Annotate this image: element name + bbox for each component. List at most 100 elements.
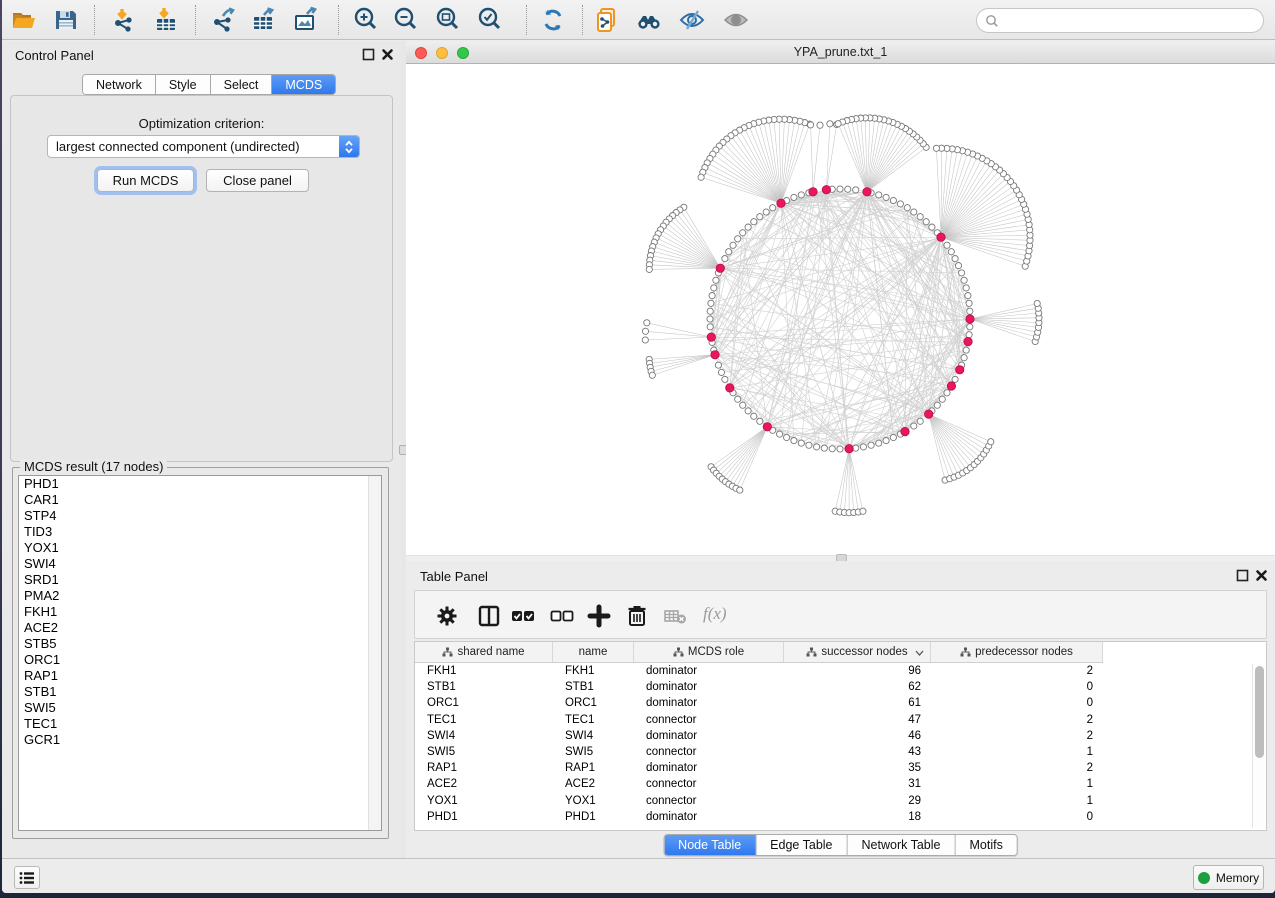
dominator-node[interactable] — [763, 423, 771, 431]
gear-icon[interactable] — [435, 604, 459, 628]
table-row[interactable]: ACE2ACE2connector311 — [415, 776, 1266, 792]
dominator-node[interactable] — [947, 382, 955, 390]
column-header-successor-nodes[interactable]: successor nodes — [784, 642, 931, 662]
mcds-list-scrollbar[interactable] — [368, 476, 381, 830]
zoom-fit-icon[interactable] — [434, 6, 462, 34]
refresh-icon[interactable] — [539, 6, 567, 34]
memory-button[interactable]: Memory — [1193, 865, 1264, 890]
show-checked-columns-icon[interactable] — [511, 604, 535, 628]
mcds-result-item[interactable]: PHD1 — [19, 476, 381, 492]
node-table-header: shared namenameMCDS rolesuccessor nodesp… — [415, 642, 1103, 663]
dominator-node[interactable] — [711, 351, 719, 359]
dominator-node[interactable] — [822, 186, 830, 194]
add-column-icon[interactable] — [587, 604, 611, 628]
table-row[interactable]: SWI5SWI5connector431 — [415, 744, 1266, 760]
dominator-node[interactable] — [901, 427, 909, 435]
mcds-result-item[interactable]: FKH1 — [19, 604, 381, 620]
table-row[interactable]: YOX1YOX1connector291 — [415, 793, 1266, 809]
import-table-icon[interactable] — [152, 6, 180, 34]
save-session-icon[interactable] — [52, 6, 80, 34]
export-network-icon[interactable] — [210, 6, 238, 34]
hide-columns-icon[interactable] — [550, 604, 574, 628]
dominator-node[interactable] — [937, 233, 945, 241]
table-row[interactable]: SWI4SWI4dominator462 — [415, 728, 1266, 744]
cell-MCDS-role: connector — [634, 795, 784, 807]
first-neighbors-icon[interactable] — [635, 6, 663, 34]
column-header-predecessor-nodes[interactable]: predecessor nodes — [931, 642, 1103, 662]
run-mcds-button[interactable]: Run MCDS — [97, 169, 194, 192]
tab-network[interactable]: Network — [83, 75, 156, 94]
hide-selection-icon[interactable] — [678, 6, 706, 34]
optimization-criterion-select[interactable]: largest connected component (undirected) — [47, 135, 360, 158]
cell-name: STB1 — [553, 681, 634, 693]
new-network-from-selection-icon[interactable] — [594, 6, 622, 34]
dominator-node[interactable] — [925, 410, 933, 418]
zoom-out-icon[interactable] — [392, 6, 420, 34]
column-header-shared-name[interactable]: shared name — [415, 642, 553, 662]
mcds-result-item[interactable]: STB5 — [19, 636, 381, 652]
network-canvas[interactable] — [406, 64, 1275, 552]
table-row[interactable]: FKH1FKH1dominator962 — [415, 663, 1266, 679]
close-panel-button[interactable]: Close panel — [206, 169, 309, 192]
table-row[interactable]: STB1STB1dominator620 — [415, 679, 1266, 695]
mcds-result-item[interactable]: SWI5 — [19, 700, 381, 716]
mcds-result-item[interactable]: CAR1 — [19, 492, 381, 508]
mcds-result-item[interactable]: SWI4 — [19, 556, 381, 572]
dominator-node[interactable] — [726, 384, 734, 392]
mcds-result-item[interactable]: RAP1 — [19, 668, 381, 684]
table-scrollbar[interactable] — [1252, 664, 1264, 828]
show-all-icon[interactable] — [722, 6, 750, 34]
mcds-result-item[interactable]: ORC1 — [19, 652, 381, 668]
tab-mcds[interactable]: MCDS — [272, 75, 335, 94]
mcds-result-item[interactable]: STB1 — [19, 684, 381, 700]
column-header-name[interactable]: name — [553, 642, 634, 662]
tab-node-table[interactable]: Node Table — [664, 835, 756, 855]
mcds-result-item[interactable]: GCR1 — [19, 732, 381, 748]
table-row[interactable]: RAP1RAP1dominator352 — [415, 760, 1266, 776]
export-image-icon[interactable] — [292, 6, 320, 34]
table-row[interactable]: TEC1TEC1connector472 — [415, 712, 1266, 728]
table-scrollbar-thumb[interactable] — [1255, 666, 1264, 758]
dominator-node[interactable] — [863, 188, 871, 196]
mcds-result-item[interactable]: PMA2 — [19, 588, 381, 604]
tab-network-table[interactable]: Network Table — [848, 835, 956, 855]
cell-MCDS-role: dominator — [634, 811, 784, 823]
search-box[interactable] — [976, 8, 1264, 33]
task-history-button[interactable] — [14, 866, 40, 889]
dominator-node[interactable] — [707, 333, 715, 341]
import-network-icon[interactable] — [110, 6, 138, 34]
table-row[interactable]: PHD1PHD1dominator180 — [415, 809, 1266, 825]
tab-style[interactable]: Style — [156, 75, 211, 94]
zoom-selected-icon[interactable] — [476, 6, 504, 34]
network-window-titlebar[interactable]: YPA_prune.txt_1 — [406, 41, 1275, 64]
dominator-node[interactable] — [809, 188, 817, 196]
float-panel-icon[interactable] — [1236, 569, 1249, 582]
table-panel-tabs: Node TableEdge TableNetwork TableMotifs — [663, 834, 1018, 856]
open-file-icon[interactable] — [10, 6, 38, 34]
close-panel-icon[interactable] — [1255, 569, 1268, 582]
dominator-node[interactable] — [966, 315, 974, 323]
delete-column-icon[interactable] — [625, 604, 649, 628]
dominator-node[interactable] — [956, 366, 964, 374]
mcds-result-item[interactable]: TEC1 — [19, 716, 381, 732]
mcds-result-item[interactable]: YOX1 — [19, 540, 381, 556]
zoom-in-icon[interactable] — [352, 6, 380, 34]
mcds-result-item[interactable]: SRD1 — [19, 572, 381, 588]
close-panel-icon[interactable] — [381, 48, 394, 61]
float-panel-icon[interactable] — [362, 48, 375, 61]
search-input[interactable] — [999, 14, 1263, 28]
tab-edge-table[interactable]: Edge Table — [756, 835, 847, 855]
dominator-node[interactable] — [964, 337, 972, 345]
mcds-result-item[interactable]: TID3 — [19, 524, 381, 540]
dominator-node[interactable] — [777, 199, 785, 207]
dominator-node[interactable] — [845, 445, 853, 453]
export-table-icon[interactable] — [250, 6, 278, 34]
mcds-result-item[interactable]: STP4 — [19, 508, 381, 524]
table-row[interactable]: ORC1ORC1dominator610 — [415, 695, 1266, 711]
tab-select[interactable]: Select — [211, 75, 273, 94]
column-layout-icon[interactable] — [477, 604, 501, 628]
tab-motifs[interactable]: Motifs — [955, 835, 1016, 855]
dominator-node[interactable] — [716, 264, 724, 272]
mcds-result-item[interactable]: ACE2 — [19, 620, 381, 636]
column-header-MCDS-role[interactable]: MCDS role — [634, 642, 784, 662]
